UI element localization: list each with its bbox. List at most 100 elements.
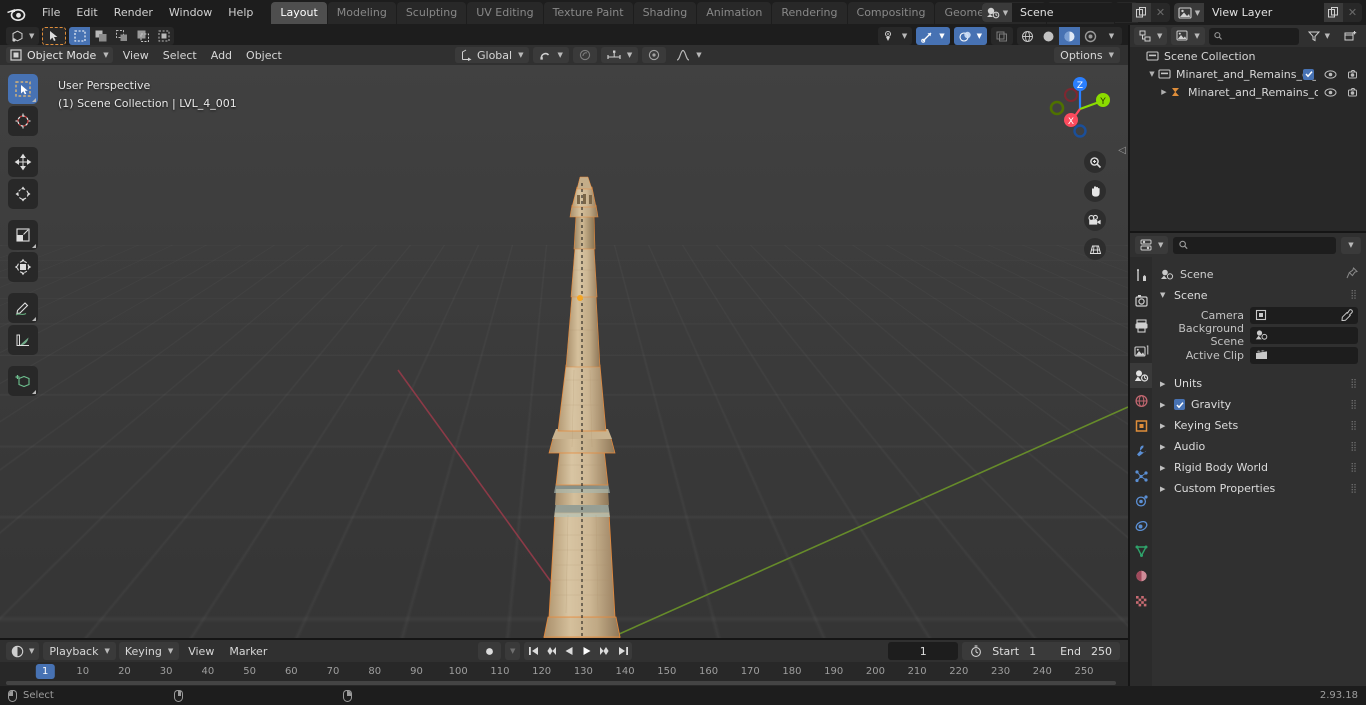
panel-drag-dots[interactable]: ⣿ <box>1350 463 1358 472</box>
properties-editor[interactable]: ▼ ▼ Scene ▼ Scene ⣿ Camera Background Sc… <box>1130 233 1366 686</box>
data-tab[interactable] <box>1130 538 1152 563</box>
disclosure-triangle-icon[interactable]: ▶ <box>1160 422 1168 430</box>
prev-keyframe-icon[interactable] <box>542 642 560 660</box>
annotate-tool[interactable] <box>8 293 38 323</box>
property-value-field[interactable] <box>1250 306 1358 324</box>
sidebar-toggle-arrow[interactable]: ◁ <box>1118 145 1126 156</box>
scene-name[interactable]: Scene <box>1012 3 1132 22</box>
material-preview-icon[interactable] <box>1059 27 1080 45</box>
menu-help[interactable]: Help <box>220 3 261 22</box>
material-tab[interactable] <box>1130 563 1152 588</box>
menu-window[interactable]: Window <box>161 3 220 22</box>
disclosure-triangle-icon[interactable]: ▶ <box>1160 401 1168 409</box>
tool-expand-corner[interactable] <box>32 244 36 248</box>
view-layer-name[interactable]: View Layer <box>1204 3 1324 22</box>
physics-tab[interactable] <box>1130 488 1152 513</box>
workspace-tab-rendering[interactable]: Rendering <box>772 1 847 24</box>
workspace-tab-shading[interactable]: Shading <box>633 1 697 24</box>
rotate-tool[interactable] <box>8 179 38 209</box>
properties-search-field[interactable] <box>1192 238 1330 252</box>
3d-viewport[interactable]: User Perspective (1) Scene Collection | … <box>0 65 1128 638</box>
timeline-menu-marker[interactable]: Marker <box>223 642 273 660</box>
intersect-select-icon[interactable] <box>153 27 174 45</box>
timeline-editor-icon[interactable]: ▼ <box>6 642 40 660</box>
extend-select-icon[interactable] <box>90 27 111 45</box>
auto-keying-toggle[interactable] <box>478 642 501 660</box>
minaret-model[interactable] <box>0 65 1128 638</box>
collapsed-panel-units[interactable]: ▶ Units ⣿ <box>1152 373 1366 394</box>
property-value-field[interactable] <box>1250 326 1358 344</box>
transform-tool[interactable] <box>8 252 38 282</box>
viewport-menu-object[interactable]: Object <box>240 47 288 63</box>
collapsed-panel-keying-sets[interactable]: ▶ Keying Sets ⣿ <box>1152 415 1366 436</box>
outliner-search-input[interactable] <box>1208 27 1299 45</box>
camera-view-icon[interactable] <box>1084 209 1106 231</box>
proportional-edit-objects-toggle[interactable] <box>642 47 667 63</box>
output-tab[interactable] <box>1130 313 1152 338</box>
invert-select-icon[interactable] <box>132 27 153 45</box>
particles-tab[interactable] <box>1130 463 1152 488</box>
move-tool[interactable] <box>8 147 38 177</box>
outliner-row[interactable]: ▼ Minaret_and_Remains_of_Jam <box>1130 65 1366 83</box>
properties-options-chevron[interactable]: ▼ <box>1341 236 1361 254</box>
filter-id-icon[interactable]: ▼ <box>1171 27 1205 45</box>
play-icon[interactable] <box>578 642 596 660</box>
end-frame-value[interactable]: 250 <box>1091 645 1112 658</box>
outliner-row[interactable]: ▶ Minaret_and_Remains_of <box>1130 83 1366 101</box>
snapping-toggle[interactable]: ▼ <box>533 47 569 63</box>
unlink-x-icon[interactable]: ✕ <box>1151 3 1170 22</box>
current-frame-field[interactable]: 1 <box>888 642 959 660</box>
workspace-tab-layout[interactable]: Layout <box>271 1 327 24</box>
blender-logo-icon[interactable] <box>6 4 26 22</box>
tweak-cursor-tool-button[interactable] <box>42 27 67 45</box>
add-cube-tool[interactable] <box>8 366 38 396</box>
transform-orientation-selector[interactable]: Global ▼ <box>455 47 530 63</box>
editor-type-3dview-icon[interactable]: ▼ <box>6 27 40 45</box>
disable-render-camera-icon[interactable] <box>1347 69 1360 80</box>
collapsed-panel-custom-properties[interactable]: ▶ Custom Properties ⣿ <box>1152 478 1366 499</box>
hide-eye-icon[interactable] <box>1324 87 1337 98</box>
mode-selector[interactable]: Object Mode ▼ <box>6 47 113 63</box>
tool-expand-corner[interactable] <box>32 317 36 321</box>
jump-to-end-icon[interactable] <box>614 642 632 660</box>
object-tab[interactable] <box>1130 413 1152 438</box>
frame-range-fields[interactable]: Start 1 End 250 <box>962 642 1120 660</box>
falloff-curve-selector[interactable]: ▼ <box>670 47 707 63</box>
subtract-select-icon[interactable] <box>111 27 132 45</box>
scene-selector[interactable]: ▼ Scene ✕ <box>982 3 1170 22</box>
timeline-editor[interactable]: ▼ Playback ▼ Keying ▼ View Marker ▼ 1 St… <box>0 640 1128 686</box>
workspace-tab-modeling[interactable]: Modeling <box>327 1 396 24</box>
constraints-tab[interactable] <box>1130 513 1152 538</box>
menu-file[interactable]: File <box>34 3 68 22</box>
view-layer-tab[interactable] <box>1130 338 1152 363</box>
disable-render-camera-icon[interactable] <box>1347 87 1360 98</box>
proportional-connected-toggle[interactable]: ▼ <box>600 47 639 63</box>
panel-enable-checkbox[interactable] <box>1174 399 1185 410</box>
proportional-editing-toggle[interactable] <box>572 47 597 63</box>
properties-search-input[interactable] <box>1173 236 1336 254</box>
disclosure-triangle-icon[interactable]: ▼ <box>1146 70 1158 78</box>
tool-tab[interactable] <box>1130 263 1152 288</box>
texture-tab[interactable] <box>1130 588 1152 613</box>
panel-drag-dots[interactable]: ⣿ <box>1350 379 1358 388</box>
unlink-x-icon[interactable]: ✕ <box>1343 3 1362 22</box>
workspace-tab-texture-paint[interactable]: Texture Paint <box>543 1 633 24</box>
navigation-gizmo[interactable]: Z Y X <box>1044 73 1116 145</box>
timeline-menu-view[interactable]: View <box>182 642 220 660</box>
pin-icon[interactable] <box>1346 266 1358 282</box>
horizontal-divider-right[interactable] <box>1130 231 1366 233</box>
outliner-row[interactable]: Scene Collection <box>1130 47 1366 65</box>
next-keyframe-icon[interactable] <box>596 642 614 660</box>
world-tab[interactable] <box>1130 388 1152 413</box>
timeline-ruler[interactable]: 10 20 30 40 50 60 70 80 90 100 110 120 130 140 150 160 1… <box>0 662 1128 686</box>
scene-tab[interactable] <box>1130 363 1152 388</box>
set-select-icon[interactable] <box>69 27 91 45</box>
rendered-shading-icon[interactable] <box>1080 27 1101 45</box>
panel-drag-dots[interactable]: ⣿ <box>1350 400 1358 409</box>
viewport-options-button[interactable]: Options ▼ <box>1054 47 1120 63</box>
collapsed-panel-gravity[interactable]: ▶ Gravity ⣿ <box>1152 394 1366 415</box>
select-mode-group[interactable] <box>69 27 175 45</box>
shading-options-chevron[interactable]: ▼ <box>1101 27 1122 45</box>
disclosure-triangle-icon[interactable]: ▶ <box>1158 88 1170 96</box>
shading-mode-group[interactable]: ▼ <box>1017 27 1122 45</box>
